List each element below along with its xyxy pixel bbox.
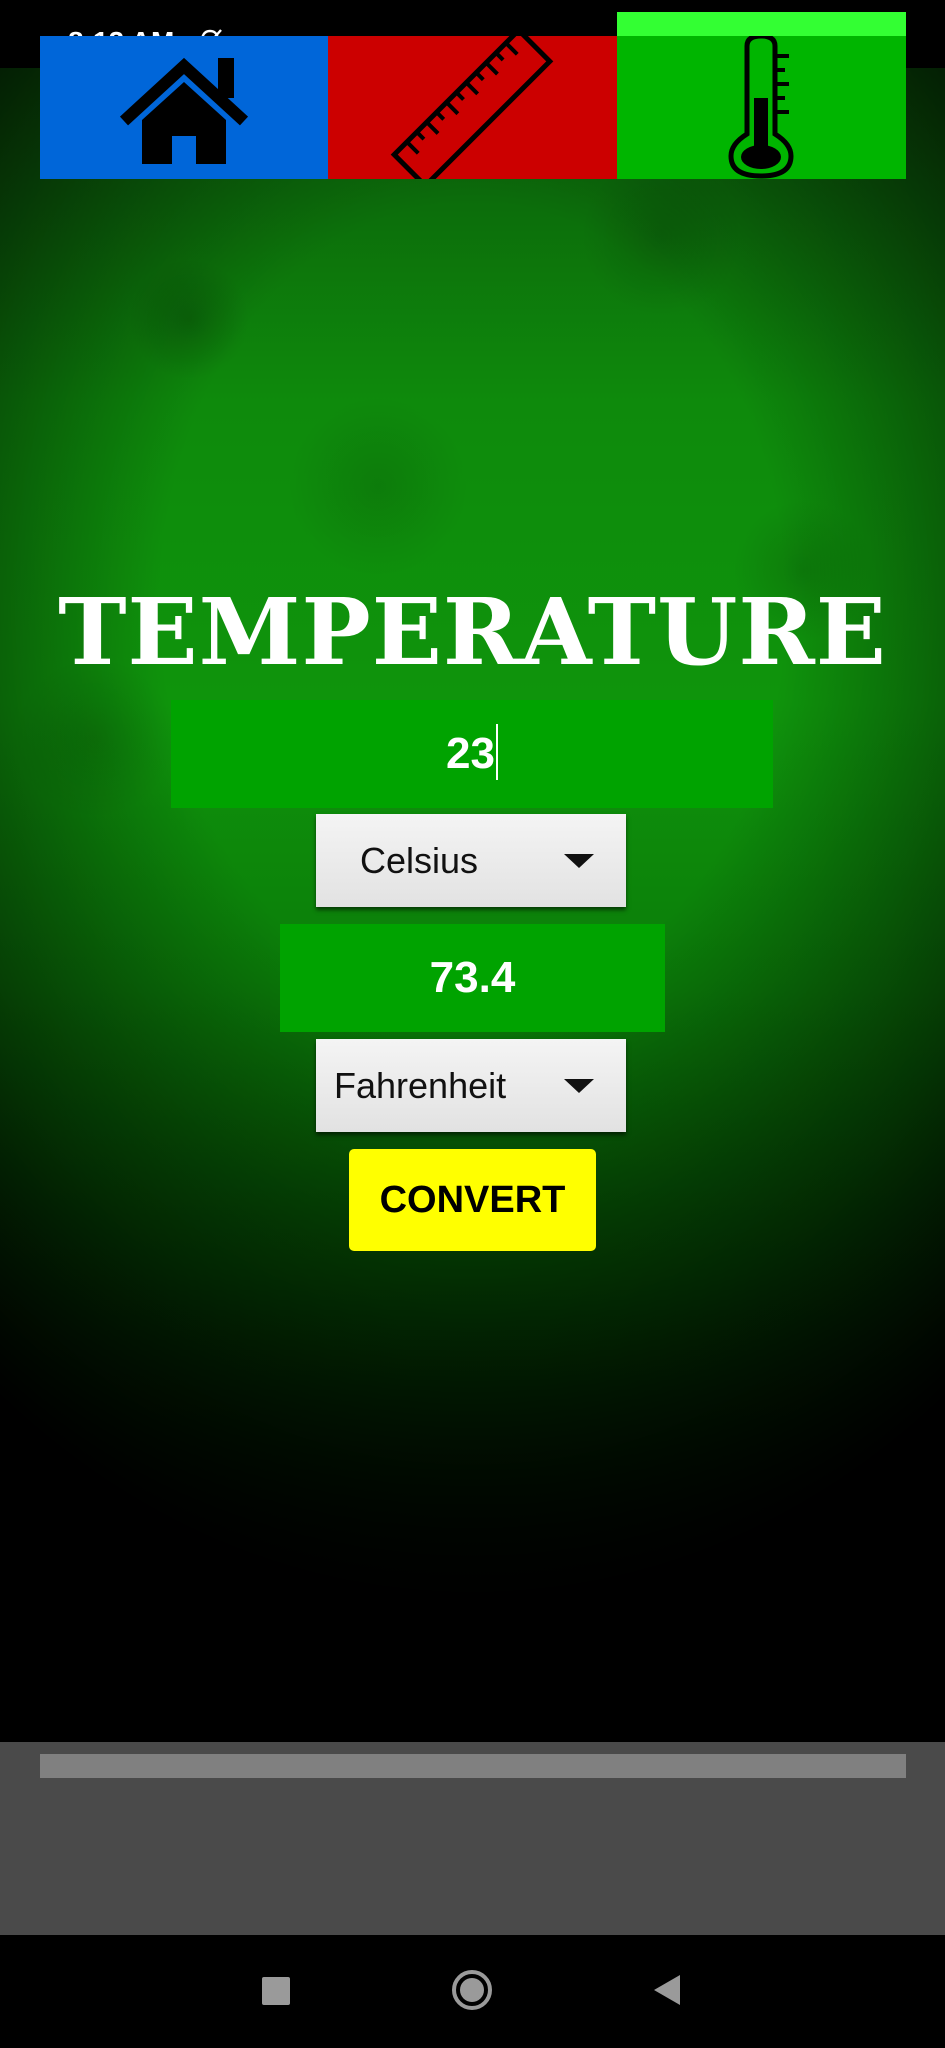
result-field[interactable]: 73.4 xyxy=(280,924,665,1032)
nav-tab-temperature[interactable] xyxy=(617,36,906,179)
home-icon xyxy=(119,57,249,164)
input-value: 23 xyxy=(446,729,495,778)
to-unit-label: Fahrenheit xyxy=(334,1065,507,1106)
from-unit-dropdown[interactable]: Celsius xyxy=(316,814,626,907)
nav-tab-home[interactable] xyxy=(40,36,328,179)
temperature-input[interactable]: 23 xyxy=(171,700,773,808)
to-unit-dropdown[interactable]: Fahrenheit xyxy=(316,1039,626,1132)
active-tab-indicator xyxy=(617,12,906,36)
nav-top-strip xyxy=(40,1754,906,1778)
thermometer-icon xyxy=(728,36,794,179)
from-unit-label: Celsius xyxy=(360,840,479,881)
home-circle-icon[interactable] xyxy=(451,1969,493,2011)
bottom-nav xyxy=(0,1742,945,1935)
back-icon[interactable] xyxy=(652,1973,682,2007)
nav-tab-length[interactable] xyxy=(328,36,617,179)
system-nav-bar xyxy=(0,1935,945,2048)
recent-apps-icon[interactable] xyxy=(262,1977,290,2005)
dropdown-arrow-icon xyxy=(564,1079,594,1093)
page-title: TEMPERATURE xyxy=(58,578,887,686)
ruler-icon xyxy=(390,36,554,179)
text-caret xyxy=(495,724,498,781)
convert-button[interactable]: CONVERT xyxy=(349,1149,596,1251)
dropdown-arrow-icon xyxy=(564,854,594,868)
